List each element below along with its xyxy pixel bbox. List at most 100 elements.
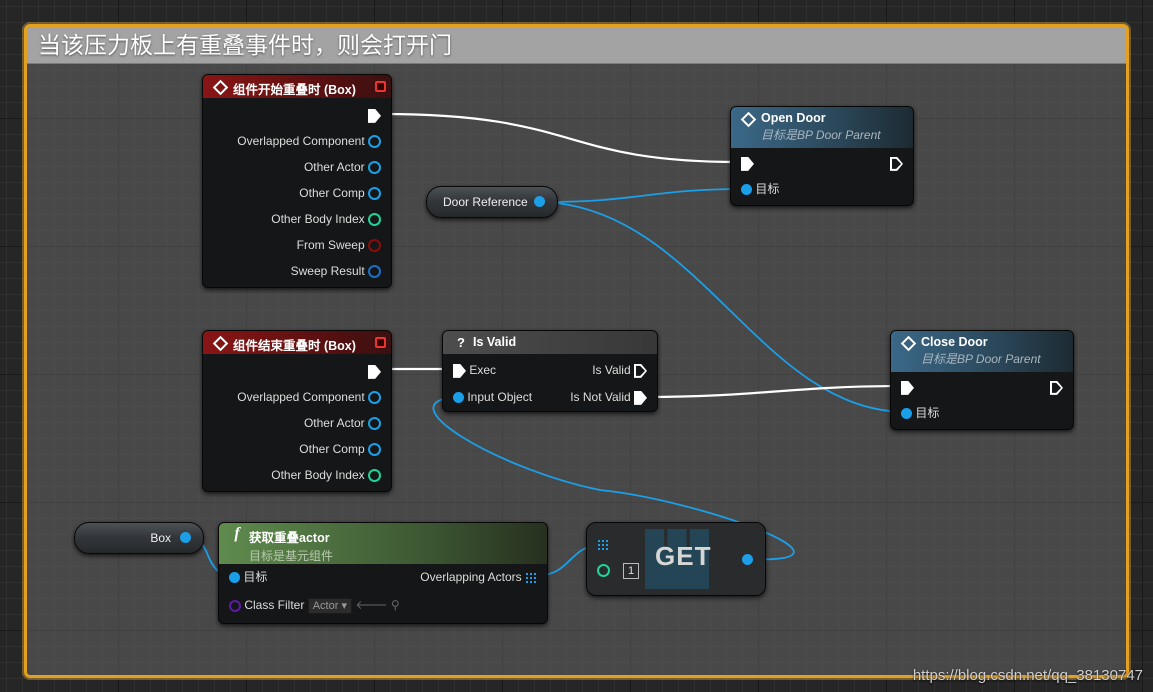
pin-label: Overlapped Component	[237, 390, 365, 404]
pin-row: Overlapped Component	[237, 387, 381, 407]
pin-row: Is Valid	[592, 360, 647, 380]
exec-in-pin[interactable]	[741, 156, 754, 171]
comment-title[interactable]: 当该压力板上有重叠事件时，则会打开门	[27, 27, 1126, 64]
pin-label: 目标	[243, 570, 268, 584]
pin-label: Overlapping Actors	[420, 570, 522, 584]
node-subtitle: 目标是基元组件	[249, 549, 334, 563]
event-diamond-icon	[212, 335, 229, 352]
array-pin-icon[interactable]	[525, 571, 537, 584]
pin-row: Overlapping Actors	[420, 567, 537, 587]
exec-in-pin[interactable]	[901, 380, 914, 395]
pin-label: Is Valid	[592, 363, 631, 377]
get-overlapping-actors-node[interactable]: f 获取重叠actor 目标是基元组件 目标 Overlapping Actor…	[218, 522, 548, 624]
node-subtitle: 目标是BP Door Parent	[921, 352, 1041, 366]
node-title: 组件开始重叠时 (Box)	[233, 83, 356, 97]
node-header[interactable]: Open Door 目标是BP Door Parent	[731, 107, 913, 148]
node-title: Is Valid	[473, 335, 517, 349]
pin-label: Other Actor	[303, 160, 365, 174]
exec-out-pin[interactable]	[1050, 381, 1063, 395]
node-subtitle: 目标是BP Door Parent	[761, 128, 881, 142]
exec-out-pin[interactable]	[368, 108, 381, 123]
node-header[interactable]: Close Door 目标是BP Door Parent	[891, 331, 1073, 372]
int-pin[interactable]	[368, 213, 381, 227]
pin-label: Other Comp	[299, 442, 365, 456]
index-field[interactable]: 1	[623, 563, 639, 579]
pin-label: Other Body Index	[271, 468, 365, 482]
arrow-left-icon[interactable]: 🡐	[355, 598, 387, 612]
pin-row: Sweep Result	[291, 261, 381, 281]
exec-out-pin[interactable]	[890, 157, 903, 171]
pin-label: Overlapped Component	[237, 134, 365, 148]
delegate-square-icon[interactable]	[375, 337, 386, 348]
object-pin[interactable]	[368, 417, 381, 431]
exec-out-pin[interactable]	[634, 390, 647, 405]
object-pin[interactable]	[742, 554, 753, 565]
int-pin[interactable]	[597, 564, 610, 577]
object-pin[interactable]	[368, 443, 381, 457]
pin-row: Exec	[453, 360, 496, 380]
exec-in-pin[interactable]	[453, 363, 466, 378]
target-pin[interactable]	[229, 572, 240, 584]
exec-out-pin[interactable]	[634, 364, 647, 378]
pin-row: Other Comp	[299, 183, 381, 203]
variable-label: Box	[150, 531, 171, 545]
node-title: 组件结束重叠时 (Box)	[233, 339, 356, 353]
node-title: 获取重叠actor	[249, 531, 330, 545]
door-reference-variable[interactable]: Door Reference	[426, 186, 558, 218]
search-icon[interactable]: ⚲	[391, 598, 400, 612]
begin-overlap-event-node[interactable]: 组件开始重叠时 (Box) Overlapped Component Other…	[202, 74, 392, 288]
object-pin[interactable]	[368, 135, 381, 149]
pin-label: 目标	[915, 406, 940, 420]
target-pin[interactable]	[741, 184, 752, 196]
node-header[interactable]: 组件结束重叠时 (Box)	[203, 331, 391, 354]
pin-row: Other Actor	[304, 413, 381, 433]
object-pin[interactable]	[453, 392, 464, 404]
object-pin[interactable]	[368, 391, 381, 405]
array-pin-icon[interactable]	[597, 539, 609, 551]
function-icon: f	[234, 525, 240, 542]
struct-pin[interactable]	[368, 265, 381, 279]
pin-row: From Sweep	[297, 235, 381, 255]
watermark: https://blog.csdn.net/qq_38130747	[912, 667, 1143, 684]
node-header[interactable]: ? Is Valid	[443, 331, 657, 354]
pin-label: Sweep Result	[290, 264, 365, 278]
int-pin[interactable]	[368, 469, 381, 483]
pin-label: 目标	[755, 182, 780, 196]
node-title: Open Door	[761, 111, 826, 125]
pin-label: Exec	[469, 363, 497, 377]
bool-pin[interactable]	[368, 239, 381, 253]
chevron-down-icon: ▾	[341, 599, 347, 612]
is-valid-node[interactable]: ? Is Valid Exec Is Valid Input Object Is…	[442, 330, 658, 412]
pin-label: Class Filter	[244, 598, 305, 612]
function-diamond-icon	[900, 335, 917, 352]
pin-label: Other Comp	[299, 186, 365, 200]
object-pin[interactable]	[534, 196, 545, 207]
object-pin[interactable]	[368, 161, 381, 175]
pin-row: 目标	[901, 403, 939, 423]
node-header[interactable]: 组件开始重叠时 (Box)	[203, 75, 391, 98]
close-door-node[interactable]: Close Door 目标是BP Door Parent 目标	[890, 330, 1074, 430]
event-diamond-icon	[212, 79, 229, 96]
pin-row: Other Comp	[299, 439, 381, 459]
object-pin[interactable]	[368, 187, 381, 201]
pin-row: Overlapped Component	[237, 131, 381, 151]
array-get-node[interactable]: 1 GET	[586, 522, 766, 596]
pin-row: Other Body Index	[271, 209, 381, 229]
pin-row: Other Body Index	[271, 465, 381, 485]
function-diamond-icon	[740, 111, 757, 128]
class-filter-dropdown[interactable]: Actor ▾	[307, 597, 352, 614]
pin-label: Other Actor	[303, 416, 365, 430]
pin-label: From Sweep	[296, 238, 365, 252]
target-pin[interactable]	[901, 408, 912, 420]
pin-row: Class Filter Actor ▾ 🡐 ⚲	[229, 595, 400, 615]
class-pin[interactable]	[229, 599, 241, 612]
pin-row: 目标	[741, 179, 779, 199]
end-overlap-event-node[interactable]: 组件结束重叠时 (Box) Overlapped Component Other…	[202, 330, 392, 492]
node-header[interactable]: f 获取重叠actor 目标是基元组件	[219, 523, 547, 564]
object-pin[interactable]	[180, 532, 191, 543]
delegate-square-icon[interactable]	[375, 81, 386, 92]
box-variable[interactable]: Box	[74, 522, 204, 554]
exec-out-pin[interactable]	[368, 364, 381, 379]
pin-row: Is Not Valid	[570, 387, 647, 407]
open-door-node[interactable]: Open Door 目标是BP Door Parent 目标	[730, 106, 914, 206]
